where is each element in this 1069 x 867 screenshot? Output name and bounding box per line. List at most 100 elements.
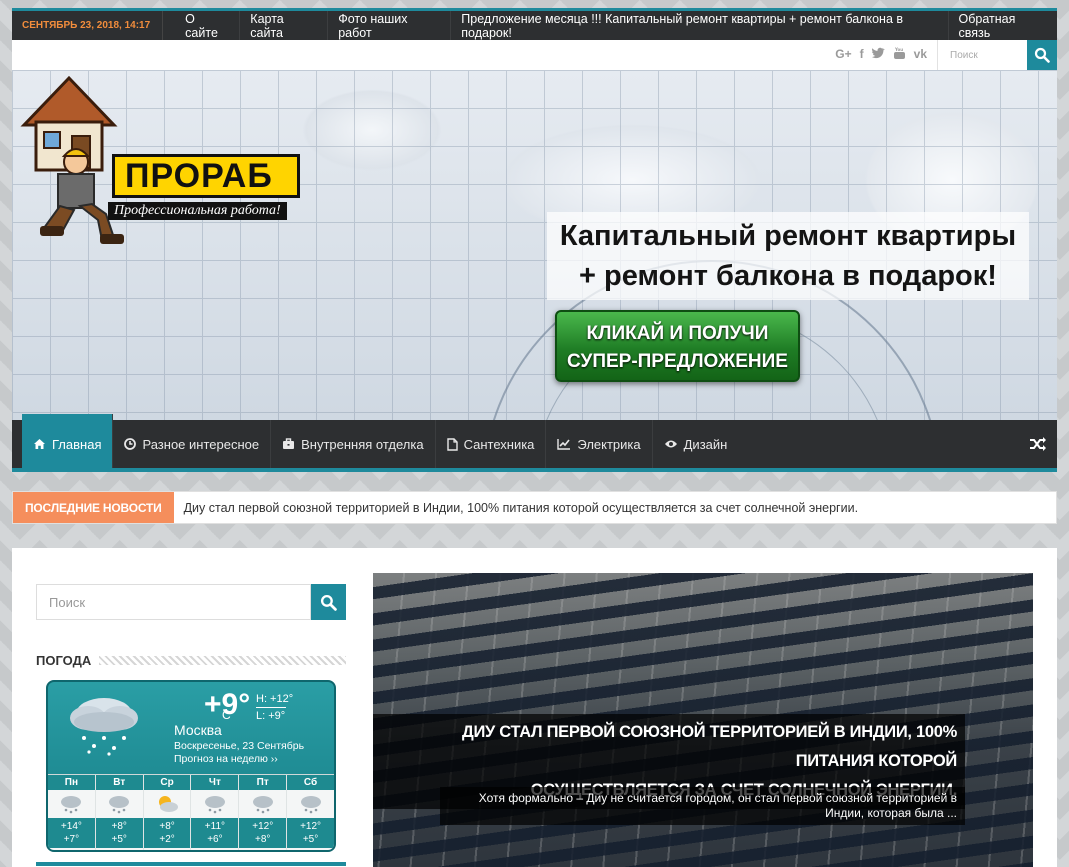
- youtube-icon[interactable]: You: [893, 47, 906, 63]
- nav-label: Сантехника: [463, 436, 535, 452]
- cta-button[interactable]: КЛИКАЙ И ПОЛУЧИ СУПЕР-ПРЕДЛОЖЕНИЕ: [555, 310, 800, 382]
- top-bar: Сентябрь 23, 2018, 14:17 О сайте Карта с…: [12, 8, 1057, 40]
- nav-label: Внутренняя отделка: [301, 436, 424, 452]
- sidebar-search-button[interactable]: [311, 584, 346, 620]
- forecast-day-name: Вт: [95, 775, 143, 790]
- high-low: H: +12° L: +9°: [256, 692, 293, 723]
- vk-icon[interactable]: vk: [914, 47, 927, 63]
- twitter-icon[interactable]: [871, 47, 885, 63]
- forecast-day-name: Сб: [287, 775, 334, 790]
- random-post-button[interactable]: [1029, 420, 1057, 468]
- main-content: Поиск Погода +9° C H: +12° L: +9°: [12, 548, 1057, 867]
- nav-label: Электрика: [577, 436, 641, 452]
- forecast-day-name: Пт: [239, 775, 287, 790]
- forecast-day-name: Пн: [48, 775, 95, 790]
- forecast-low: +6°: [207, 834, 223, 845]
- current-date: Сентябрь 23, 2018, 14:17: [12, 11, 164, 40]
- ticker-headline-link[interactable]: Диу стал первой союзной территорией в Ин…: [174, 501, 858, 515]
- featured-title-line-1: Диу стал первой союзной территорией в Ин…: [461, 723, 957, 770]
- clock-icon: [124, 438, 137, 450]
- search-icon: [320, 594, 337, 611]
- header-search-input[interactable]: Поиск: [937, 40, 1027, 70]
- cta-line-1: КЛИКАЙ И ПОЛУЧИ: [586, 323, 769, 344]
- forecast-high: +8°: [111, 821, 127, 832]
- facebook-icon[interactable]: f: [860, 47, 864, 63]
- svg-text:You: You: [894, 47, 903, 52]
- briefcase-icon: [283, 438, 295, 449]
- title-divider: [99, 656, 346, 665]
- site-logo[interactable]: ПРОРАБ Профессиональная работа!: [12, 70, 312, 250]
- weather-date: Воскресенье, 23 Сентябрь: [174, 740, 305, 752]
- forecast-day: Ср +8° +2°: [143, 775, 192, 850]
- forecast-day: Чт +11° +6°: [191, 775, 240, 850]
- forecast-low: +2°: [159, 834, 175, 845]
- forecast-low: +5°: [111, 834, 127, 845]
- forecast-day: Пн +14° +7°: [48, 775, 96, 850]
- forecast-temps: +8° +2°: [143, 818, 191, 848]
- snow-cloud-icon: [287, 790, 334, 818]
- nav-item-design[interactable]: Дизайн: [653, 420, 739, 468]
- forecast-low: +8°: [255, 834, 271, 845]
- chart-icon: [557, 439, 571, 450]
- nav-item-interior[interactable]: Внутренняя отделка: [271, 420, 436, 468]
- forecast-temps: +11° +6°: [191, 818, 239, 848]
- eye-icon: [664, 440, 677, 448]
- weather-widget[interactable]: +9° C H: +12° L: +9° Москва Воскресенье,…: [46, 680, 336, 852]
- weather-city: Москва: [174, 722, 222, 738]
- sidebar-search: Поиск: [36, 584, 346, 620]
- weather-widget-title: Погода: [36, 653, 346, 668]
- nav-label: Разное интересное: [142, 436, 260, 452]
- search-icon: [1034, 47, 1050, 63]
- forecast-temps: +14° +7°: [48, 818, 95, 848]
- header-search-button[interactable]: [1027, 40, 1057, 70]
- top-link-offer[interactable]: Предложение месяца !!! Капитальный ремон…: [451, 11, 949, 40]
- forecast-high: +12°: [252, 821, 274, 832]
- forecast-low: +7°: [63, 834, 80, 845]
- forecast-temps: +12° +5°: [287, 818, 334, 848]
- forecast-high: +14°: [60, 821, 82, 832]
- forecast-low: +5°: [302, 834, 319, 845]
- forecast-high: +11°: [204, 821, 226, 832]
- top-nav: О сайте Карта сайта Фото наших работ Пре…: [163, 11, 1057, 40]
- featured-post[interactable]: Диу стал первой союзной территорией в Ин…: [373, 573, 1033, 867]
- forecast-day-name: Ср: [143, 775, 191, 790]
- high-temp: H: +12°: [256, 693, 294, 705]
- excerpt-line-1: Хотя формально – Диу не считается городо…: [478, 791, 957, 805]
- snow-cloud-icon: [191, 790, 238, 818]
- nav-item-electrics[interactable]: Электрика: [546, 420, 653, 468]
- file-icon: [446, 437, 458, 451]
- top-link-sitemap[interactable]: Карта сайта: [240, 11, 329, 40]
- sidebar-next-widget-bar: [36, 862, 346, 866]
- top-link-about[interactable]: О сайте: [163, 11, 241, 40]
- nav-item-plumbing[interactable]: Сантехника: [436, 420, 547, 468]
- forecast-high: +8°: [159, 821, 175, 832]
- logo-wordmark: ПРОРАБ: [112, 154, 300, 198]
- news-ticker: Последние новости Диу стал первой союзно…: [12, 491, 1057, 524]
- featured-post-excerpt: Хотя формально – Диу не считается городо…: [440, 787, 965, 825]
- shuffle-icon: [1030, 437, 1046, 451]
- cta-line-2: СУПЕР-ПРЕДЛОЖЕНИЕ: [567, 351, 788, 372]
- forecast-high: +12°: [300, 821, 322, 832]
- partly-sunny-icon: [144, 790, 191, 818]
- ticker-label: Последние новости: [13, 492, 174, 523]
- weekly-forecast-link[interactable]: Прогноз на неделю ››: [174, 753, 278, 765]
- nav-item-misc[interactable]: Разное интересное: [113, 420, 272, 468]
- forecast-temps: +8° +5°: [95, 818, 143, 848]
- forecast-day: Сб +12° +5°: [287, 775, 334, 850]
- headline-line-1: Капитальный ремонт квартиры: [559, 220, 1017, 252]
- snow-cloud-icon: [96, 790, 143, 818]
- top-link-feedback[interactable]: Обратная связь: [949, 11, 1057, 40]
- main-nav: Главная Разное интересное Внутренняя отд…: [12, 414, 1057, 472]
- excerpt-line-2: Индии, которая была ...: [825, 806, 957, 820]
- header-banner[interactable]: ПРОРАБ Профессиональная работа! Капиталь…: [12, 70, 1057, 420]
- google-plus-icon[interactable]: G+: [835, 47, 851, 63]
- forecast-day: Вт +8° +5°: [95, 775, 144, 850]
- sidebar-search-input[interactable]: Поиск: [36, 584, 311, 620]
- headline-line-2: + ремонт балкона в подарок!: [579, 260, 997, 292]
- high-low-divider: [256, 707, 286, 708]
- top-link-photos[interactable]: Фото наших работ: [328, 11, 452, 40]
- nav-item-home[interactable]: Главная: [22, 414, 114, 468]
- nav-label: Дизайн: [683, 436, 728, 452]
- social-search-row: G+ f You vk Поиск: [12, 40, 1057, 70]
- low-temp: L: +9°: [256, 710, 286, 722]
